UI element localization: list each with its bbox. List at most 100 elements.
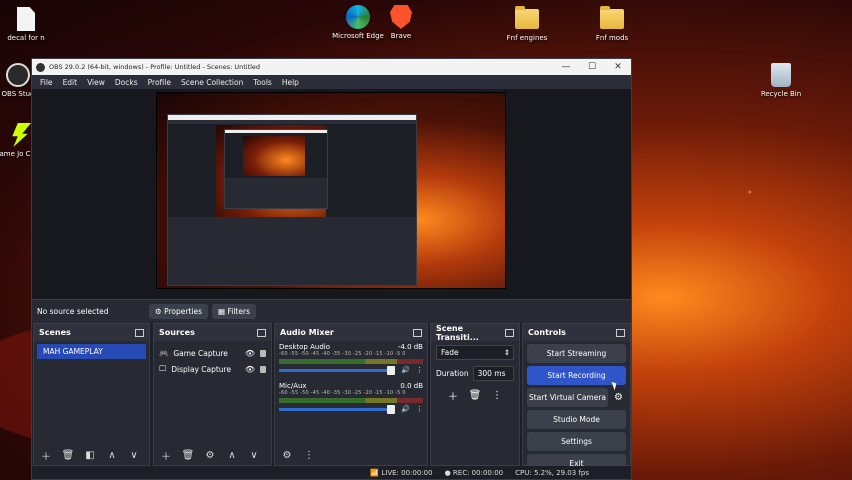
folder-icon: [515, 6, 539, 29]
remove-scene-button[interactable]: 🗑: [60, 447, 76, 463]
transition-menu-button[interactable]: ⋮: [489, 387, 505, 403]
source-toolbar: No source selected ⚙ Properties ▦ Filter…: [32, 299, 631, 323]
move-source-up-button[interactable]: ∧: [224, 447, 240, 463]
mixer-settings-icon[interactable]: ⚙: [279, 447, 295, 463]
scene-transitions-dock: Scene Transiti... Fade ⇕ Duration 300 ms …: [430, 323, 520, 466]
monitor-icon: 🖵: [159, 364, 167, 373]
channel-menu-icon[interactable]: ⋮: [416, 366, 423, 374]
add-transition-button[interactable]: ＋: [445, 387, 461, 403]
properties-button[interactable]: ⚙ Properties: [149, 304, 209, 319]
status-bar: 📶 LIVE: 00:00:00 ● REC: 00:00:00 CPU: 5.…: [32, 466, 631, 479]
visibility-eye-icon[interactable]: 👁: [245, 365, 255, 374]
mixer-menu-icon[interactable]: ⋮: [301, 447, 317, 463]
add-source-button[interactable]: ＋: [158, 447, 174, 463]
move-source-down-button[interactable]: ∨: [246, 447, 262, 463]
record-icon: ●: [444, 468, 451, 477]
studio-mode-button[interactable]: Studio Mode: [527, 410, 626, 429]
duration-input[interactable]: 300 ms: [472, 366, 514, 381]
sources-dock: Sources 🎮 Game Capture 👁 🖵 Display Captu…: [153, 323, 272, 466]
brave-icon: [390, 5, 412, 29]
menu-help[interactable]: Help: [277, 78, 304, 87]
source-properties-button[interactable]: ⚙: [202, 447, 218, 463]
duration-label: Duration: [436, 369, 469, 378]
menu-scene-collection[interactable]: Scene Collection: [176, 78, 248, 87]
move-scene-up-button[interactable]: ∧: [104, 447, 120, 463]
dock-float-icon[interactable]: [616, 328, 625, 337]
file-icon: [17, 7, 35, 31]
lock-icon[interactable]: [260, 365, 266, 373]
speaker-icon[interactable]: 🔊: [401, 405, 410, 413]
dock-float-icon[interactable]: [257, 328, 266, 337]
broadcast-icon: 📶: [370, 468, 380, 477]
transition-select[interactable]: Fade ⇕: [436, 345, 514, 360]
volume-slider[interactable]: [279, 365, 396, 375]
settings-button[interactable]: Settings: [527, 432, 626, 451]
desktop-recycle-bin[interactable]: Recycle Bin: [749, 62, 813, 98]
menu-view[interactable]: View: [82, 78, 110, 87]
scenes-dock: Scenes MAH GAMEPLAY ＋ 🗑 ◧ ∧ ∨: [33, 323, 150, 466]
volume-meter: [279, 359, 423, 364]
preview-screen: [156, 92, 506, 289]
obs-window: OBS 29.0.2 (64-bit, windows) - Profile: …: [31, 58, 632, 480]
dock-float-icon[interactable]: [505, 328, 514, 337]
scene-filters-button[interactable]: ◧: [82, 447, 98, 463]
meter-ticks: -60 -55 -50 -45 -40 -35 -30 -25 -20 -15 …: [279, 351, 406, 357]
desktop-folder-fnf-mods[interactable]: Fnf mods: [580, 6, 644, 42]
desktop-file-decal[interactable]: decal for n: [0, 6, 58, 42]
channel-name: Mic/Aux: [279, 382, 307, 390]
dock-float-icon[interactable]: [135, 328, 144, 337]
maximize-button[interactable]: ☐: [579, 62, 605, 72]
channel-db: -4.0 dB: [397, 343, 423, 351]
sources-title: Sources: [159, 328, 195, 337]
recycle-bin-icon: [771, 63, 791, 87]
channel-menu-icon[interactable]: ⋮: [416, 405, 423, 413]
minimize-button[interactable]: —: [553, 62, 579, 72]
volume-slider[interactable]: [279, 404, 396, 414]
speaker-icon[interactable]: 🔊: [401, 366, 410, 374]
dock-float-icon[interactable]: [413, 328, 422, 337]
start-streaming-button[interactable]: Start Streaming: [527, 344, 626, 363]
lock-icon[interactable]: [260, 349, 266, 357]
spin-arrows-icon: ⇕: [503, 348, 510, 357]
audio-mixer-dock: Audio Mixer Desktop Audio -4.0 dB -60 -55…: [274, 323, 428, 466]
start-virtual-camera-button[interactable]: Start Virtual Camera: [527, 388, 608, 407]
virtual-camera-settings-icon[interactable]: ⚙: [611, 388, 626, 407]
menu-profile[interactable]: Profile: [143, 78, 176, 87]
volume-slider-handle[interactable]: [387, 365, 396, 375]
source-item-game-capture[interactable]: 🎮 Game Capture 👁: [154, 345, 271, 361]
volume-slider-handle[interactable]: [387, 404, 396, 414]
scene-item[interactable]: MAH GAMEPLAY: [37, 344, 146, 359]
menu-edit[interactable]: Edit: [58, 78, 83, 87]
visibility-eye-icon[interactable]: 👁: [245, 349, 255, 358]
gamepad-icon: 🎮: [159, 348, 169, 358]
meter-ticks: -60 -55 -50 -45 -40 -35 -30 -25 -20 -15 …: [279, 390, 406, 396]
menu-bar: File Edit View Docks Profile Scene Colle…: [32, 75, 631, 89]
close-button[interactable]: ✕: [605, 62, 631, 72]
no-source-label: No source selected: [37, 307, 109, 316]
cpu-status: CPU: 5.2%, 29.03 fps: [515, 468, 589, 477]
remove-source-button[interactable]: 🗑: [180, 447, 196, 463]
scenes-title: Scenes: [39, 328, 71, 337]
menu-docks[interactable]: Docks: [110, 78, 143, 87]
remove-transition-button[interactable]: 🗑: [467, 387, 483, 403]
filters-button[interactable]: ▦ Filters: [212, 304, 256, 319]
title-bar[interactable]: OBS 29.0.2 (64-bit, windows) - Profile: …: [32, 59, 631, 75]
volume-meter: [279, 398, 423, 403]
transitions-title: Scene Transiti...: [436, 323, 479, 342]
menu-tools[interactable]: Tools: [248, 78, 276, 87]
menu-file[interactable]: File: [35, 78, 58, 87]
controls-title: Controls: [528, 328, 566, 337]
edge-icon: [346, 5, 370, 29]
gamejolt-icon: [12, 123, 31, 147]
move-scene-down-button[interactable]: ∨: [126, 447, 142, 463]
source-item-display-capture[interactable]: 🖵 Display Capture 👁: [154, 361, 271, 377]
rec-status: ● REC: 00:00:00: [444, 468, 504, 477]
preview-area[interactable]: [32, 89, 631, 299]
desktop-folder-fnf-engines[interactable]: Fnf engines: [495, 6, 559, 42]
channel-db: 0.0 dB: [400, 382, 423, 390]
add-scene-button[interactable]: ＋: [38, 447, 54, 463]
obs-logo-icon: [36, 62, 45, 72]
desktop-brave[interactable]: Brave: [369, 4, 433, 40]
channel-name: Desktop Audio: [279, 343, 330, 351]
obs-icon: [6, 63, 30, 87]
